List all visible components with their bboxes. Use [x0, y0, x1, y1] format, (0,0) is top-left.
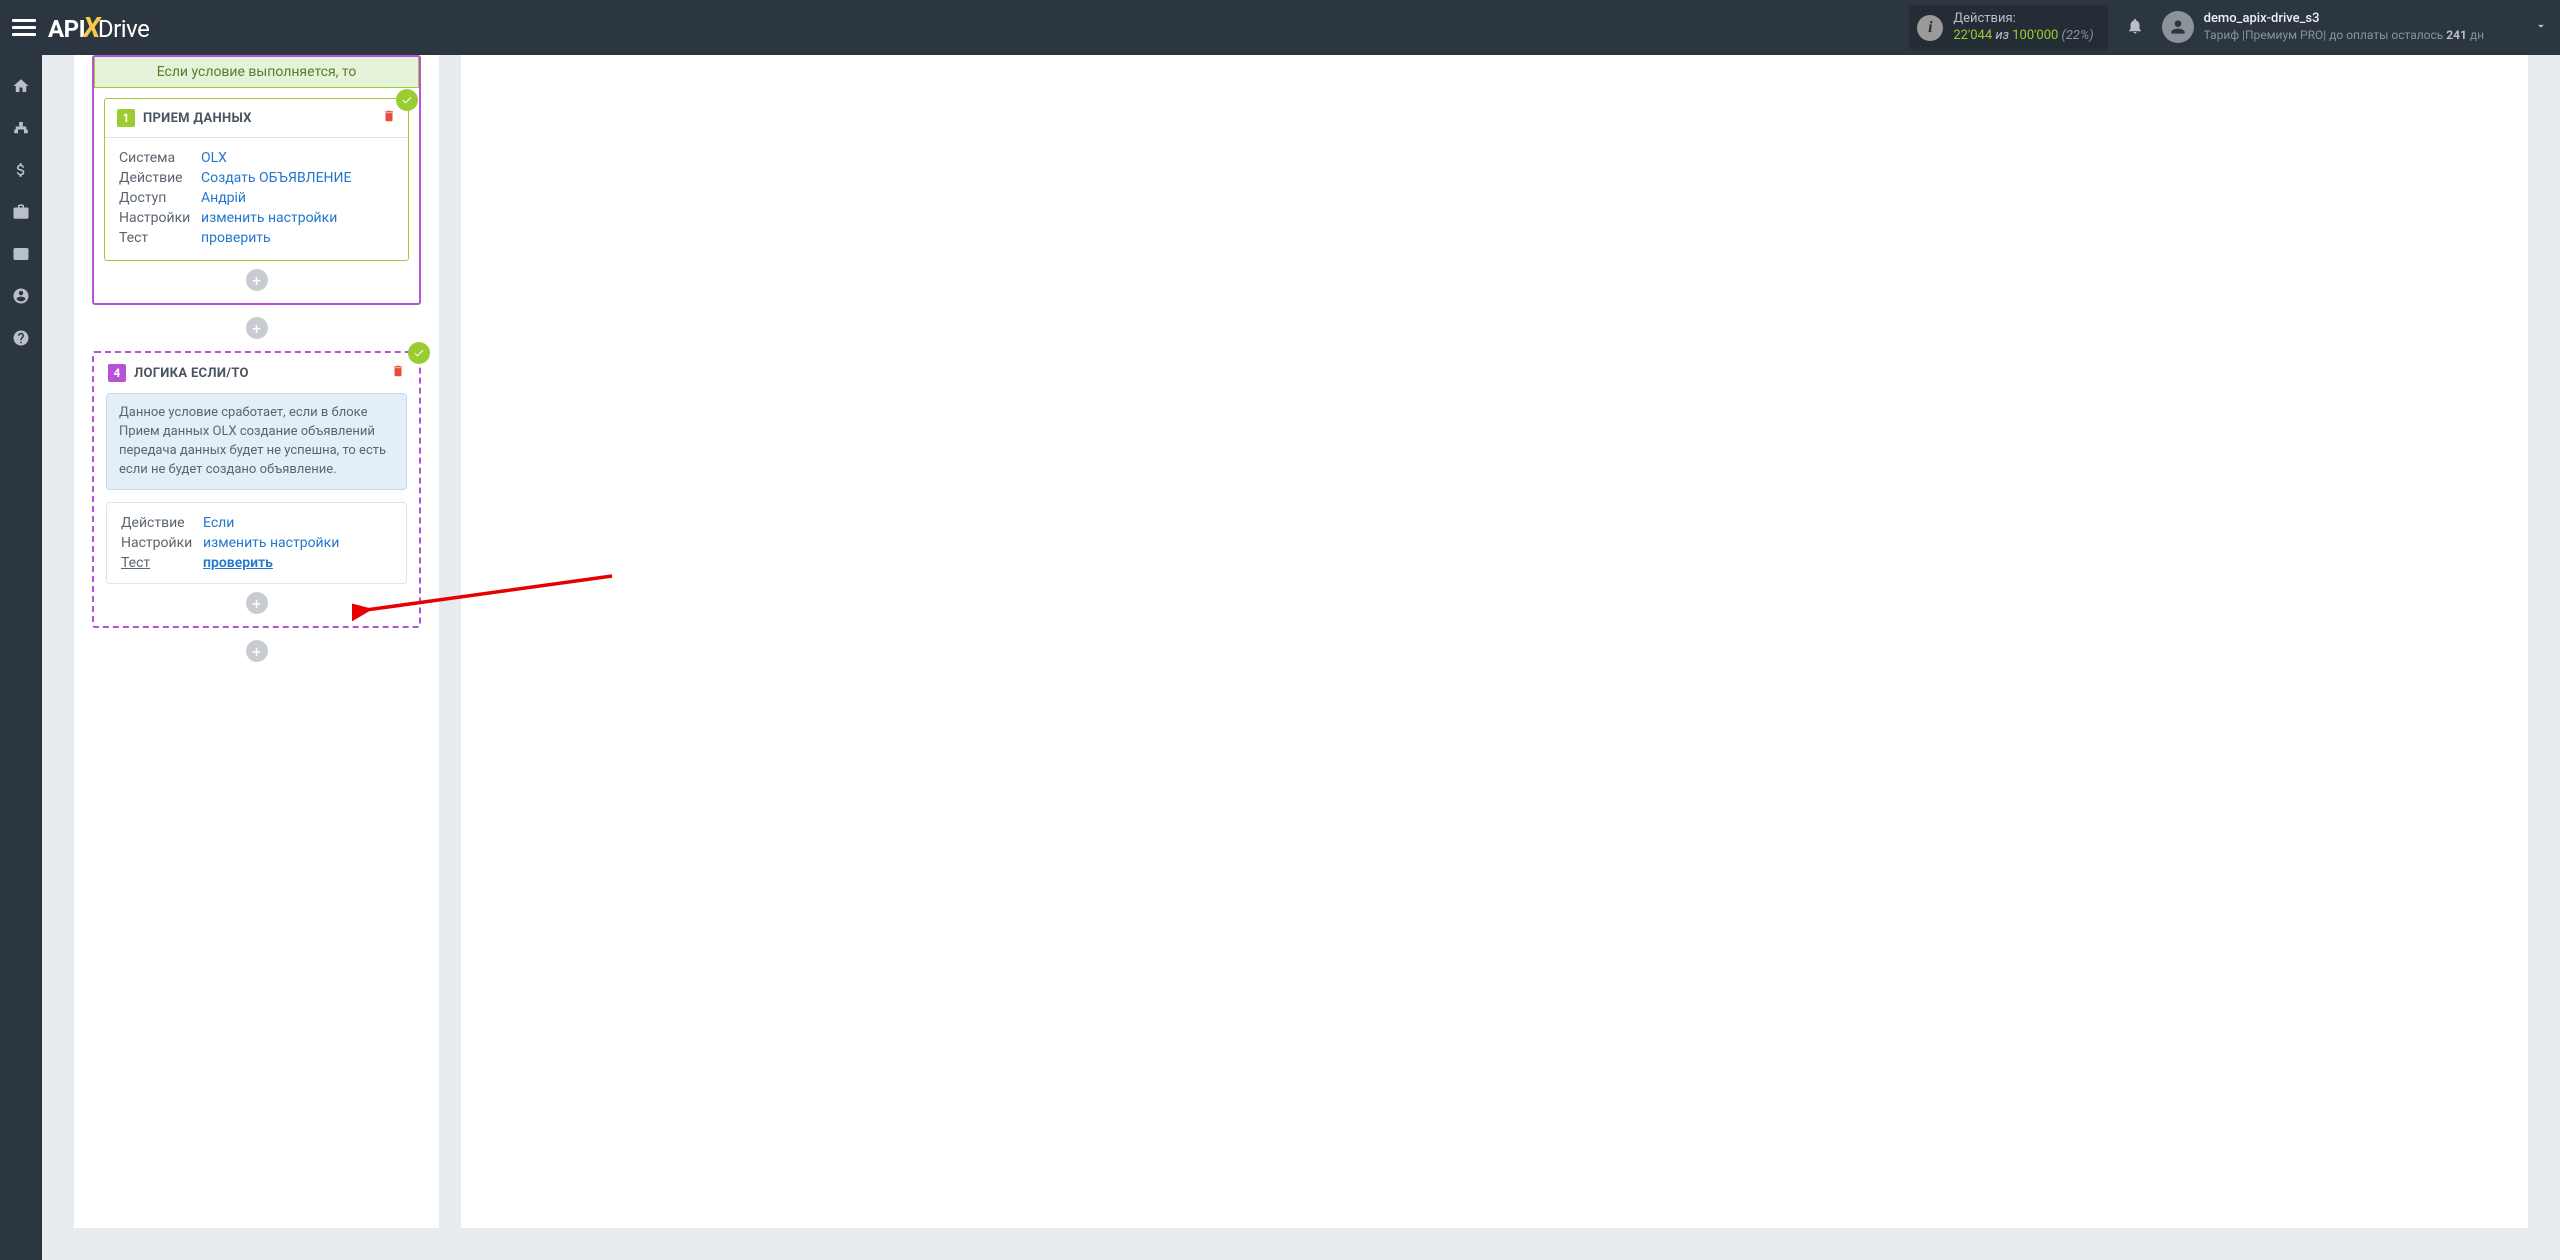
actions-counter[interactable]: i Действия: 22'044 из 100'000 (22%)	[1909, 5, 2107, 50]
logic-block: 4 ЛОГИКА ЕСЛИ/ТО Данное условие сработае…	[92, 351, 421, 628]
left-panel: Если условие выполняется, то 1 ПРИЕМ ДАН…	[74, 55, 439, 1228]
logo[interactable]: APIXDrive	[48, 11, 149, 44]
delete-button[interactable]	[382, 108, 396, 128]
logic-details: ДействиеЕсли Настройкиизменить настройки…	[106, 502, 407, 584]
user-name: demo_apix-drive_s3	[2204, 11, 2484, 28]
action-link[interactable]: Создать ОБЪЯВЛЕНИЕ	[201, 170, 352, 186]
add-block-button[interactable]: +	[246, 640, 268, 662]
step-number: 1	[117, 109, 135, 127]
data-receive-card: 1 ПРИЕМ ДАННЫХ СистемаOLX ДействиеСоздат…	[104, 98, 409, 261]
sidenav	[0, 55, 42, 1260]
info-icon: i	[1917, 15, 1943, 41]
nav-account[interactable]	[0, 277, 42, 315]
condition-header: Если условие выполняется, то	[94, 57, 419, 88]
card-title: ПРИЕМ ДАННЫХ	[143, 111, 252, 126]
check-icon	[408, 342, 430, 364]
nav-home[interactable]	[0, 67, 42, 105]
nav-billing[interactable]	[0, 151, 42, 189]
nav-video[interactable]	[0, 235, 42, 273]
add-step-button[interactable]: +	[246, 269, 268, 291]
nav-connections[interactable]	[0, 109, 42, 147]
add-step-button[interactable]: +	[246, 592, 268, 614]
test-link[interactable]: проверить	[201, 230, 271, 246]
info-message: Данное условие сработает, если в блоке П…	[106, 393, 407, 490]
access-link[interactable]: Андрій	[201, 190, 246, 206]
menu-toggle[interactable]	[12, 16, 36, 40]
system-link[interactable]: OLX	[201, 150, 227, 166]
check-icon	[396, 89, 418, 111]
settings-link[interactable]: изменить настройки	[201, 210, 337, 226]
nav-briefcase[interactable]	[0, 193, 42, 231]
condition-block: Если условие выполняется, то 1 ПРИЕМ ДАН…	[92, 55, 421, 305]
actions-label: Действия:	[1953, 11, 2093, 27]
step-number: 4	[108, 364, 126, 382]
delete-button[interactable]	[391, 363, 405, 383]
right-panel	[461, 55, 2528, 1228]
avatar-icon	[2162, 11, 2194, 43]
chevron-down-icon	[2534, 18, 2548, 37]
test-link[interactable]: проверить	[203, 555, 273, 571]
user-menu[interactable]: demo_apix-drive_s3 Тариф |Премиум PRO| д…	[2162, 11, 2548, 43]
settings-link[interactable]: изменить настройки	[203, 535, 339, 551]
notifications-icon[interactable]	[2126, 17, 2144, 39]
topbar: APIXDrive i Действия: 22'044 из 100'000 …	[0, 0, 2560, 55]
action-link[interactable]: Если	[203, 515, 234, 531]
card-title: ЛОГИКА ЕСЛИ/ТО	[134, 366, 249, 381]
nav-help[interactable]	[0, 319, 42, 357]
tariff-info: Тариф |Премиум PRO| до оплаты осталось 2…	[2204, 28, 2484, 44]
add-block-button[interactable]: +	[246, 317, 268, 339]
